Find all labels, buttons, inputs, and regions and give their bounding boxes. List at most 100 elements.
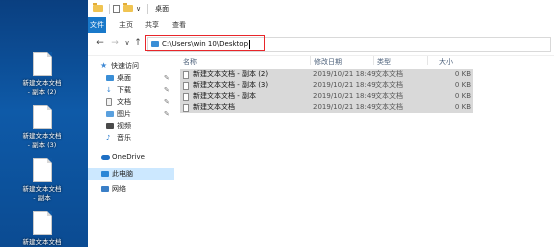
file-list: 名称 修改日期 类型 大小 新建文本文档 - 副本 (2) 2019/10/21… [180,56,554,247]
file-date: 2019/10/21 18:49 [313,70,376,78]
folder-icon [93,3,103,12]
sidebar-item-quick-access[interactable]: ★ 快速访问 [88,60,174,72]
download-icon: ↓ [106,86,112,94]
file-name: 新建文本文档 - 副本 (3) [193,81,269,89]
desktop: 新建文本文档 - 副本 (2) 新建文本文档 - 副本 (3) 新建文本文档 - 副本… [0,0,88,247]
sidebar-item-documents[interactable]: 文档 ✎ [88,96,174,108]
navigation-pane: ★ 快速访问 桌面 ✎ ↓ 下载 ✎ 文档 ✎ 图片 ✎ 视频 ♪ 音乐 One… [88,56,178,247]
video-icon [106,123,114,129]
sidebar-item-downloads[interactable]: ↓ 下载 ✎ [88,84,174,96]
table-row[interactable]: 新建文本文档 2019/10/21 18:49 文本文档 0 KB [180,102,473,113]
picture-icon [106,111,114,117]
column-divider[interactable] [373,56,374,65]
tab-home[interactable]: 主页 [112,17,140,33]
file-explorer-window: ∨ 桌面 文件 主页 共享 查看 ← → ∨ ↑ C:\Users\win 10… [88,0,554,247]
file-type: 文本文档 [375,103,403,111]
address-highlight-box [145,35,265,51]
pin-icon: ✎ [164,98,170,106]
sidebar-item-label: 桌面 [117,74,131,82]
sidebar-item-pictures[interactable]: 图片 ✎ [88,108,174,120]
computer-icon [101,171,109,177]
sidebar-item-onedrive[interactable]: OneDrive [88,151,174,163]
pin-icon: ✎ [164,110,170,118]
music-icon: ♪ [106,134,111,142]
table-row[interactable]: 新建文本文档 - 副本 (2) 2019/10/21 18:49 文本文档 0 … [180,69,473,80]
tab-file[interactable]: 文件 [88,17,106,33]
sidebar-item-label: 文档 [117,98,131,106]
ribbon-tabs: 文件 主页 共享 查看 [88,17,554,34]
text-file-icon [183,104,189,112]
file-name: 新建文本文档 [193,103,235,111]
divider [109,3,110,14]
pin-icon: ✎ [164,86,170,94]
file-size: 0 KB [454,70,471,78]
text-file-icon [183,71,189,79]
file-type: 文本文档 [375,70,403,78]
tab-view[interactable]: 查看 [165,17,193,33]
document-icon [106,98,112,106]
column-divider[interactable] [310,56,311,65]
file-name: 新建文本文档 - 副本 [193,92,256,100]
text-file-icon [183,82,189,90]
up-arrow-icon[interactable]: ↑ [132,37,144,49]
desktop-file-label: 新建文本文档 [22,238,62,246]
sidebar-item-label: 快速访问 [111,62,139,70]
table-row[interactable]: 新建文本文档 - 副本 2019/10/21 18:49 文本文档 0 KB [180,91,473,102]
title-bar: ∨ 桌面 [88,0,554,17]
network-icon [101,186,109,192]
desktop-file-icon[interactable]: 新建文本文档 - 副本 (2) [5,52,79,97]
file-date: 2019/10/21 18:49 [313,81,376,89]
back-arrow-icon[interactable]: ← [94,37,106,49]
sidebar-item-label: 音乐 [117,134,131,142]
sidebar-item-label: 此电脑 [112,170,133,178]
text-file-icon [32,211,52,235]
column-header-date[interactable]: 修改日期 [314,56,342,68]
text-file-icon [32,105,52,129]
column-headers: 名称 修改日期 类型 大小 [180,56,554,68]
sidebar-item-this-pc[interactable]: 此电脑 [88,168,174,180]
desktop-file-label: 新建文本文档 - 副本 (2) [22,79,62,96]
text-file-icon [183,93,189,101]
column-header-size[interactable]: 大小 [439,56,453,68]
file-date: 2019/10/21 18:49 [313,103,376,111]
desktop-icon [106,75,114,81]
file-name: 新建文本文档 - 副本 (2) [193,70,269,78]
file-type: 文本文档 [375,92,403,100]
desktop-file-label: 新建文本文档 - 副本 [22,185,62,202]
file-date: 2019/10/21 18:49 [313,92,376,100]
desktop-file-icon[interactable]: 新建文本文档 - 副本 [5,158,79,203]
divider [147,3,149,14]
desktop-file-icon[interactable]: 新建文本文档 - 副本 (3) [5,105,79,150]
column-header-type[interactable]: 类型 [377,56,391,68]
sidebar-item-music[interactable]: ♪ 音乐 [88,132,174,144]
sidebar-item-label: 下载 [117,86,131,94]
properties-icon[interactable] [113,4,120,13]
sidebar-item-desktop[interactable]: 桌面 ✎ [88,72,174,84]
table-row[interactable]: 新建文本文档 - 副本 (3) 2019/10/21 18:49 文本文档 0 … [180,80,473,91]
text-file-icon [32,52,52,76]
window-title: 桌面 [155,4,170,13]
text-file-icon [32,158,52,182]
navigation-bar: ← → ∨ ↑ C:\Users\win 10\Desktop [88,33,554,56]
sidebar-item-label: 视频 [117,122,131,130]
sidebar-item-label: OneDrive [112,153,145,161]
cloud-icon [101,155,110,160]
pin-icon: ✎ [164,74,170,82]
sidebar-item-videos[interactable]: 视频 [88,120,174,132]
desktop-file-label: 新建文本文档 - 副本 (3) [22,132,62,149]
tab-share[interactable]: 共享 [138,17,166,33]
file-size: 0 KB [454,92,471,100]
new-folder-icon[interactable] [123,3,133,12]
file-size: 0 KB [454,81,471,89]
column-divider[interactable] [427,56,428,65]
file-type: 文本文档 [375,81,403,89]
sidebar-item-label: 图片 [117,110,131,118]
forward-arrow-icon[interactable]: → [109,37,121,49]
customize-toolbar-icon[interactable]: ∨ [136,4,141,14]
sidebar-item-label: 网络 [112,185,126,193]
column-header-name[interactable]: 名称 [183,56,197,68]
star-icon: ★ [100,61,108,70]
sidebar-item-network[interactable]: 网络 [88,183,174,195]
quick-access-toolbar: ∨ [93,3,151,14]
desktop-file-icon[interactable]: 新建文本文档 [5,211,79,247]
